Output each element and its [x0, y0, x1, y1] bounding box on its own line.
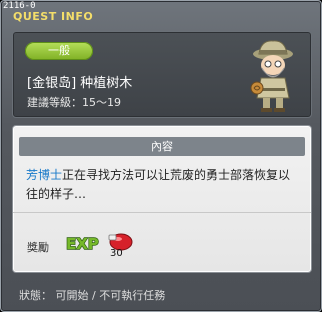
quest-content-panel: 內容 芳博士正在寻找方法可以让荒废的勇士部落恢复以往的样子… 獎勵 EXP 30	[12, 125, 312, 273]
quest-category-badge: 一般	[25, 42, 93, 60]
title-bar[interactable]: 2116-0 QUEST INFO	[1, 1, 321, 27]
description-text: 正在寻找方法可以让荒废的勇士部落恢复以往的样子…	[26, 168, 291, 201]
quest-summary-panel: 一般 [金银岛] 种植树木 建議等級：15～19	[12, 31, 312, 118]
exp-text: EXP	[66, 235, 99, 253]
quest-status: 狀態： 可開始 / 不可執行任務	[19, 289, 166, 302]
window-title: QUEST INFO	[13, 10, 94, 23]
quest-name: [金银岛] 种植树木	[27, 76, 133, 91]
potion-reward-icon[interactable]: 30	[105, 228, 135, 258]
content-divider	[13, 212, 311, 213]
quest-description: 芳博士正在寻找方法可以让荒废的勇士部落恢复以往的样子…	[26, 166, 302, 204]
quest-info-window: 2116-0 QUEST INFO 一般 [金银岛] 种植树木 建議等級：15～…	[0, 0, 322, 312]
reward-label: 獎勵	[27, 241, 49, 254]
recommended-level: 建議等級：15～19	[27, 96, 121, 109]
reward-item-count: 30	[110, 248, 123, 258]
npc-name-link[interactable]: 芳博士	[26, 168, 62, 182]
content-section-header: 內容	[19, 137, 305, 156]
npc-portrait-icon	[250, 40, 293, 112]
exp-reward-icon[interactable]: EXP	[65, 230, 101, 256]
